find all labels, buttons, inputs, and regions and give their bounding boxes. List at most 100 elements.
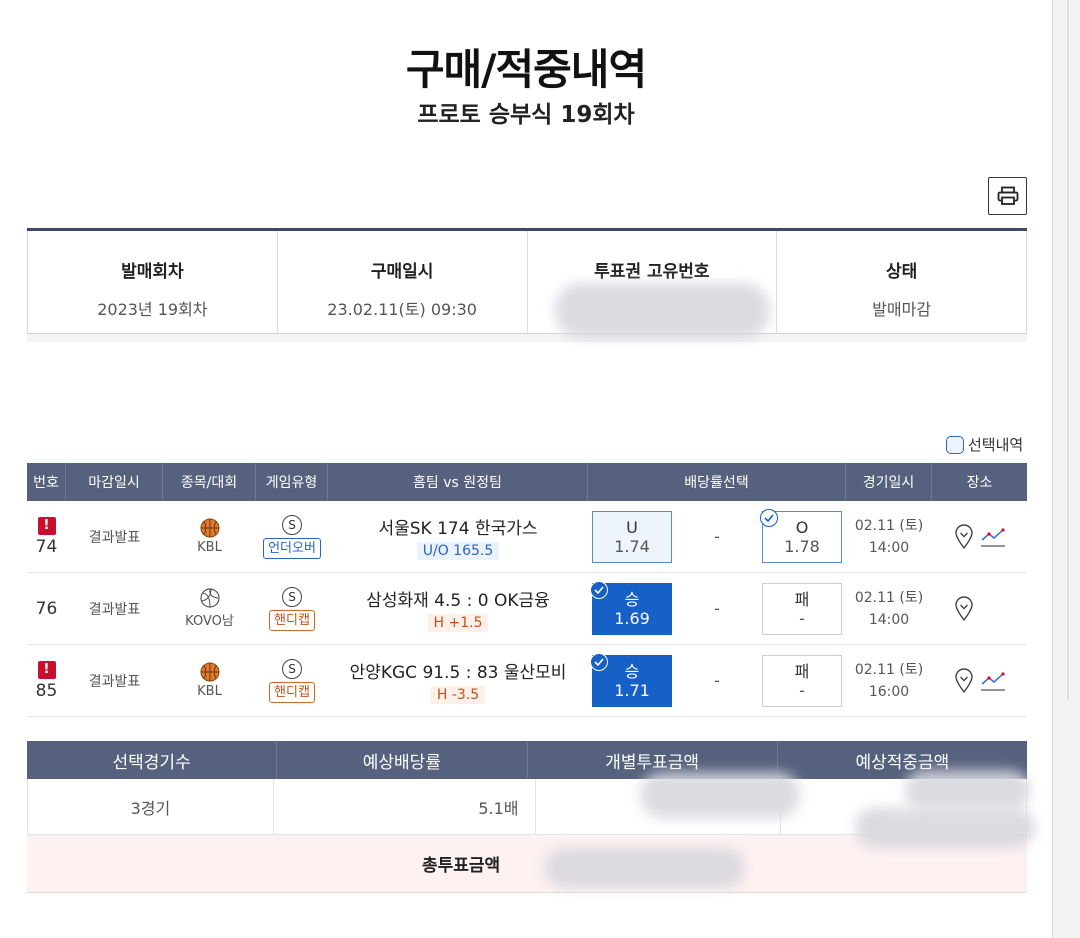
- games-table-header: 번호 마감일시 종목/대회 게임유형 홈팀 vs 원정팀 배당률선택 경기일시 …: [27, 463, 1027, 501]
- table-row: ! 85 결과발표 KBL S 핸디캡 안양KGC 91.5 : 83 울산모비…: [27, 645, 1027, 717]
- odd-value: 1.78: [784, 536, 820, 556]
- odd-value: -: [799, 608, 805, 628]
- selected-count-value: 3경기: [27, 779, 274, 834]
- checkbox-icon[interactable]: [946, 435, 964, 454]
- expected-odds-value: 5.1배: [274, 779, 536, 834]
- redaction-blur: [555, 283, 770, 338]
- odd-option-left[interactable]: U 1.74: [592, 510, 672, 563]
- odd-draw: -: [714, 671, 720, 690]
- col-expected-odds: 예상배당률: [277, 741, 528, 779]
- odd-value: -: [799, 680, 805, 700]
- odd-label: O: [795, 517, 809, 537]
- game-time: 14:00: [868, 611, 910, 628]
- print-button[interactable]: [988, 177, 1027, 215]
- redaction-blur: [640, 772, 800, 818]
- volleyball-icon: [199, 588, 220, 608]
- redaction-blur: [855, 808, 1035, 848]
- match-teams: 서울SK 174 한국가스: [378, 518, 538, 539]
- game-number: 85: [35, 680, 58, 701]
- purchase-info-table: 발매회차 2023년 19회차 구매일시 23.02.11(토) 09:30 투…: [27, 228, 1027, 334]
- location-pin-icon[interactable]: [954, 523, 974, 550]
- info-label: 발매회차: [121, 262, 184, 282]
- handicap-line: U/O 165.5: [416, 541, 500, 560]
- odd-draw: -: [714, 527, 720, 546]
- league-name: KBL: [197, 684, 222, 699]
- odd-label: 패: [794, 589, 810, 609]
- col-selected-count: 선택경기수: [27, 741, 278, 779]
- handicap-line: H +1.5: [427, 613, 489, 632]
- warning-icon: !: [37, 516, 56, 535]
- warning-icon: !: [37, 660, 56, 679]
- game-date: 02.11 (토): [854, 589, 924, 606]
- info-round: 발매회차 2023년 19회차: [27, 231, 278, 333]
- game-date: 02.11 (토): [854, 517, 924, 534]
- info-label: 상태: [885, 262, 918, 282]
- info-divider: [27, 334, 1027, 342]
- trend-chart-icon[interactable]: [980, 525, 1006, 549]
- check-icon: [590, 652, 608, 671]
- game-time: 14:00: [868, 539, 910, 556]
- info-status: 상태 발매마감: [777, 231, 1027, 333]
- odd-option-right[interactable]: 패 -: [762, 582, 842, 635]
- game-time: 16:00: [868, 683, 910, 700]
- info-purchase-time: 구매일시 23.02.11(토) 09:30: [278, 231, 528, 333]
- select-history-checkbox[interactable]: 선택내역: [946, 434, 1023, 455]
- odd-draw: -: [714, 599, 720, 618]
- game-type-badge: 핸디캡: [269, 609, 315, 631]
- odd-label: 승: [624, 661, 640, 681]
- select-history-label: 선택내역: [968, 436, 1024, 454]
- basketball-icon: [200, 518, 219, 538]
- game-number: 76: [35, 598, 58, 619]
- trend-chart-icon[interactable]: [980, 669, 1006, 693]
- table-row: ! 74 결과발표 KBL S 언더오버 서울SK 174 한국가스 U/O 1…: [27, 501, 1027, 573]
- league-name: KBL: [197, 540, 222, 555]
- odd-value: 1.71: [614, 680, 650, 700]
- match-teams: 안양KGC 91.5 : 83 울산모비: [349, 662, 567, 683]
- odd-option-left[interactable]: 승 1.69: [590, 580, 672, 635]
- game-date: 02.11 (토): [854, 661, 924, 678]
- scrollbar-thumb[interactable]: [1067, 0, 1069, 700]
- col-teams: 홈팀 vs 원정팀: [328, 463, 588, 501]
- single-badge: S: [282, 586, 302, 607]
- redaction-blur: [905, 770, 1030, 810]
- basketball-icon: [200, 662, 219, 682]
- col-deadline: 마감일시: [66, 463, 163, 501]
- games-table: 번호 마감일시 종목/대회 게임유형 홈팀 vs 원정팀 배당률선택 경기일시 …: [27, 463, 1027, 717]
- col-sport: 종목/대회: [163, 463, 256, 501]
- printer-icon: [997, 186, 1018, 205]
- location-pin-icon[interactable]: [954, 667, 974, 694]
- location-pin-icon[interactable]: [954, 595, 974, 622]
- game-number: 74: [35, 536, 58, 557]
- league-name: KOVO남: [185, 614, 234, 629]
- deadline-text: 결과발표: [88, 673, 141, 690]
- info-value: 발매마감: [872, 300, 932, 319]
- deadline-text: 결과발표: [88, 529, 141, 546]
- redaction-blur: [545, 848, 745, 888]
- odd-option-right[interactable]: 패 -: [762, 654, 842, 707]
- col-game-time: 경기일시: [846, 463, 932, 501]
- odd-option-right[interactable]: O 1.78: [760, 508, 842, 563]
- col-venue: 장소: [966, 475, 993, 491]
- deadline-text: 결과발표: [88, 601, 141, 618]
- check-icon: [590, 580, 608, 599]
- page-subtitle: 프로토 승부식 19회차: [417, 102, 635, 128]
- page-title: 구매/적중내역: [405, 45, 647, 94]
- single-badge: S: [282, 658, 302, 679]
- handicap-line: H -3.5: [430, 685, 486, 704]
- odd-option-left[interactable]: 승 1.71: [590, 652, 672, 707]
- scrollbar-track[interactable]: [1052, 0, 1080, 938]
- single-badge: S: [282, 514, 302, 535]
- game-type-badge: 언더오버: [263, 537, 321, 559]
- odd-label: 패: [794, 661, 810, 681]
- info-label: 구매일시: [370, 262, 434, 282]
- table-row: 76 결과발표 KOVO남 S 핸디캡 삼성화재 4.5 : 0 OK금융 H …: [27, 573, 1027, 645]
- game-type-badge: 핸디캡: [269, 681, 315, 703]
- info-label: 투표권 고유번호: [594, 262, 710, 282]
- col-number: 번호: [27, 463, 66, 501]
- odd-label: 승: [624, 589, 640, 609]
- info-value: 23.02.11(토) 09:30: [327, 300, 477, 319]
- summary-header: 선택경기수 예상배당률 개별투표금액 예상적중금액: [27, 741, 1027, 779]
- odd-label: U: [626, 517, 638, 537]
- col-odds: 배당률선택: [588, 463, 846, 501]
- col-game-type: 게임유형: [256, 463, 328, 501]
